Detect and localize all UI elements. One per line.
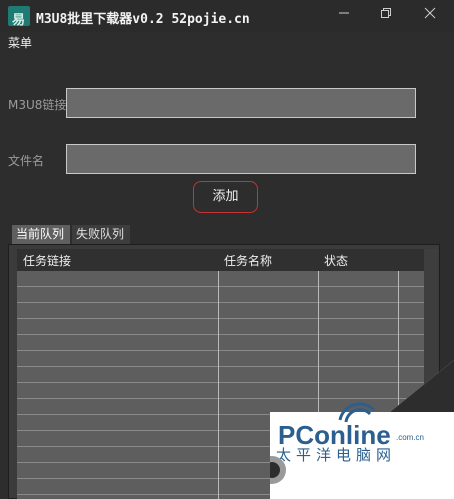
column-header-task-name[interactable]: 任务名称 [224, 252, 272, 269]
watermark-tagline: 太平洋电脑网 [276, 446, 396, 464]
watermark-domain: .com.cn [396, 433, 424, 442]
app-icon-glyph: 易 [12, 13, 26, 28]
table-row [17, 335, 424, 351]
close-icon [424, 7, 436, 19]
close-button[interactable] [416, 6, 444, 26]
column-divider [218, 271, 219, 499]
menu-item[interactable]: 菜单 [8, 34, 32, 51]
restore-icon [381, 8, 391, 18]
url-label: M3U8链接 [8, 98, 67, 112]
title-bar: 易 M3U8批里下载器v0.2 52pojie.cn [0, 0, 454, 32]
window-title: M3U8批里下载器v0.2 52pojie.cn [36, 12, 250, 27]
pconline-watermark: PConline .com.cn 太平洋电脑网 [270, 360, 454, 499]
url-input[interactable] [66, 88, 416, 118]
app-icon: 易 [8, 6, 30, 28]
restore-button[interactable] [372, 6, 400, 26]
table-row [17, 319, 424, 335]
pconline-logo: PConline .com.cn 太平洋电脑网 [270, 360, 454, 499]
add-button[interactable]: 添加 [193, 181, 258, 213]
column-header-task-link[interactable]: 任务链接 [23, 252, 71, 269]
table-header: 任务链接 任务名称 状态 [17, 249, 424, 272]
filename-label: 文件名 [8, 154, 45, 168]
tab-failed-queue[interactable]: 失败队列 [72, 225, 130, 244]
filename-input[interactable] [66, 144, 416, 174]
tab-current-queue[interactable]: 当前队列 [12, 225, 70, 244]
minimize-icon [339, 12, 349, 14]
column-header-status[interactable]: 状态 [324, 252, 348, 269]
table-row [17, 303, 424, 319]
minimize-button[interactable] [330, 6, 358, 26]
table-row [17, 271, 424, 287]
table-row [17, 287, 424, 303]
